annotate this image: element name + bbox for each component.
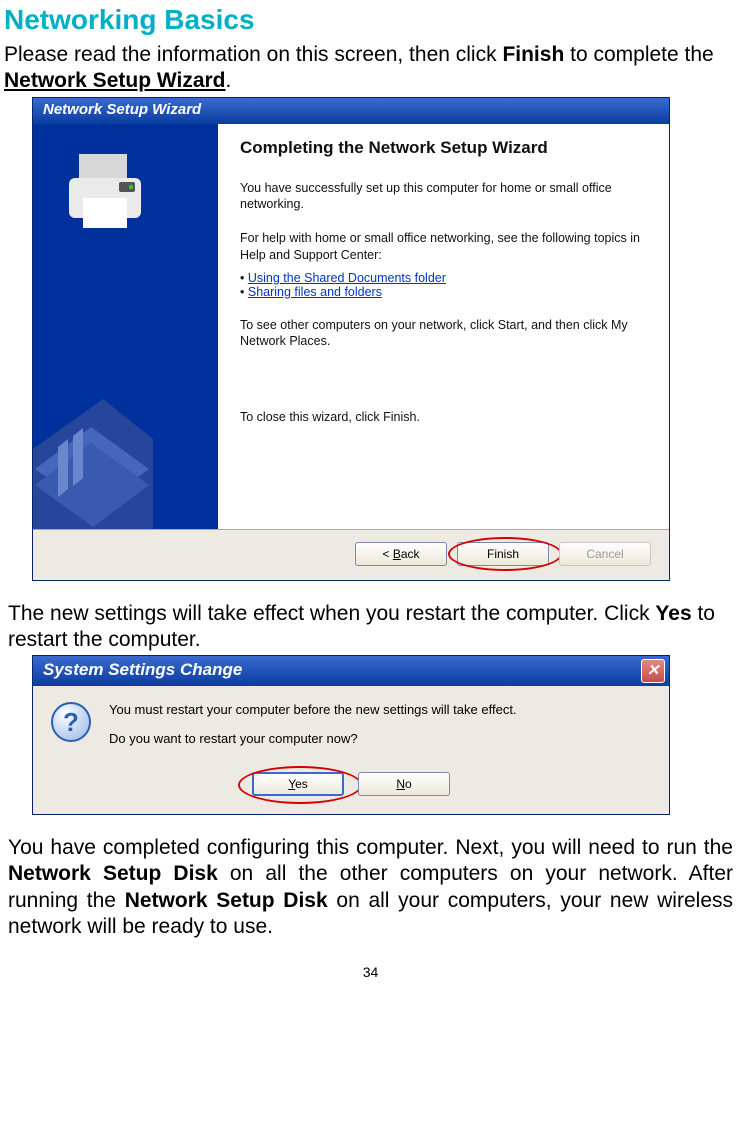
- highlight-circle-icon: [238, 766, 362, 804]
- settings-message: You must restart your computer before th…: [109, 702, 517, 760]
- settings-title-text: System Settings Change: [43, 660, 242, 679]
- restart-prompt-text: Do you want to restart your computer now…: [109, 731, 517, 746]
- post-t1: You have completed configuring this comp…: [8, 836, 733, 859]
- sharing-files-link[interactable]: Sharing files and folders: [248, 285, 382, 299]
- wizard-link-item: Using the Shared Documents folder: [240, 271, 647, 285]
- restart-required-text: You must restart your computer before th…: [109, 702, 517, 717]
- intro-bold-wizard: Network Setup Wizard: [4, 69, 226, 92]
- wizard-side-panel: [33, 124, 218, 529]
- settings-button-bar: Yes No: [33, 766, 669, 814]
- finish-button-label: Finish: [487, 547, 519, 561]
- intro-bold-finish: Finish: [502, 43, 564, 66]
- intro-text-pre: Please read the information on this scre…: [4, 43, 502, 66]
- wizard-help-intro: For help with home or small office netwo…: [240, 230, 647, 263]
- wizard-close-instruction: To close this wizard, click Finish.: [240, 409, 647, 425]
- intro-paragraph: Please read the information on this scre…: [4, 42, 737, 95]
- wizard-help-links: Using the Shared Documents folder Sharin…: [240, 271, 647, 299]
- documents-icon: [33, 379, 153, 529]
- intro-text-mid: to complete the: [564, 43, 713, 66]
- back-button[interactable]: < Back: [355, 542, 447, 566]
- wizard-body: Completing the Network Setup Wizard You …: [33, 124, 669, 529]
- intro-text-post: .: [226, 69, 232, 92]
- finish-button[interactable]: Finish: [457, 542, 549, 566]
- completion-paragraph: You have completed configuring this comp…: [8, 835, 733, 940]
- settings-body: ? You must restart your computer before …: [33, 686, 669, 766]
- cancel-button: Cancel: [559, 542, 651, 566]
- mid-text-bold-yes: Yes: [655, 602, 691, 625]
- close-icon[interactable]: ✕: [641, 659, 665, 683]
- page-title: Networking Basics: [4, 4, 737, 36]
- yes-button[interactable]: Yes: [252, 772, 344, 796]
- wizard-success-text: You have successfully set up this comput…: [240, 180, 647, 213]
- no-button[interactable]: No: [358, 772, 450, 796]
- network-setup-wizard-dialog: Network Setup Wizard: [32, 97, 670, 581]
- settings-titlebar: System Settings Change ✕: [33, 656, 669, 686]
- system-settings-dialog: System Settings Change ✕ ? You must rest…: [32, 655, 670, 815]
- question-icon: ?: [51, 702, 91, 742]
- post-b1: Network Setup Disk: [8, 862, 218, 885]
- wizard-link-item: Sharing files and folders: [240, 285, 647, 299]
- wizard-content: Completing the Network Setup Wizard You …: [218, 124, 669, 529]
- post-b2: Network Setup Disk: [125, 889, 328, 912]
- wizard-network-places-text: To see other computers on your network, …: [240, 317, 647, 350]
- restart-instruction-paragraph: The new settings will take effect when y…: [8, 601, 733, 654]
- printer-icon: [59, 142, 159, 242]
- shared-documents-link[interactable]: Using the Shared Documents folder: [248, 271, 446, 285]
- wizard-button-bar: < Back Finish Cancel: [33, 529, 669, 580]
- wizard-titlebar: Network Setup Wizard: [33, 98, 669, 124]
- page-number: 34: [4, 964, 737, 980]
- mid-text-pre: The new settings will take effect when y…: [8, 602, 655, 625]
- wizard-heading: Completing the Network Setup Wizard: [240, 138, 647, 158]
